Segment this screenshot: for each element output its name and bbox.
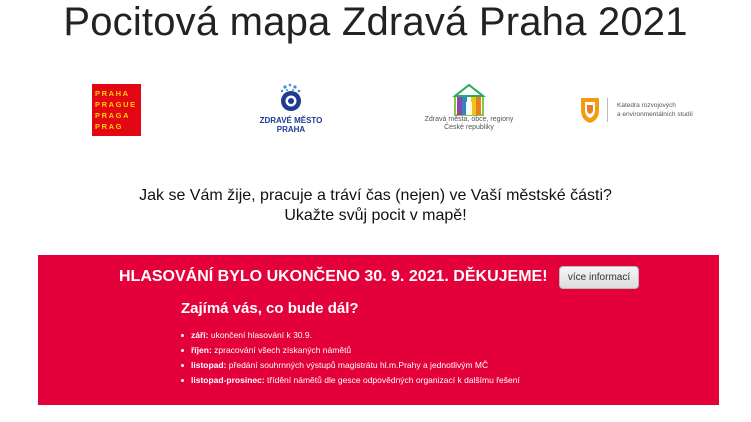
zdrave-mesto-emblem-icon [280, 83, 301, 111]
list-item: září: ukončení hlasování k 30.9. [181, 328, 520, 343]
praha-logo-line: PRAHA [95, 89, 130, 98]
zdrava-mesta-text: České republiky [444, 124, 494, 131]
timeline-text: předání souhrnných výstupů magistrátu hl… [226, 360, 489, 370]
timeline-text: třídění námětů dle gesce odpovědných org… [264, 375, 520, 385]
banner-subtitle: Zajímá vás, co bude dál? [181, 300, 359, 317]
house-rainbow-icon [452, 83, 486, 116]
praha-logo-line: PRAG [95, 122, 124, 131]
praha-logo-line: PRAGUE [95, 100, 137, 109]
zdrava-mesta-text: Zdravá města, obce, regiony [424, 116, 514, 123]
logo-divider [607, 98, 608, 122]
katedra-text-line: a environmentálních studií [617, 111, 693, 118]
university-seal-icon [581, 98, 599, 123]
timeline-text: zpracování všech získaných námětů [211, 345, 352, 355]
list-item: listopad: předání souhrnných výstupů mag… [181, 358, 520, 373]
katedra-text: Katedra rozvojových a environmentálních … [617, 101, 693, 119]
partner-logos: PRAHA PRAGUE PRAGA PRAG ZDRAVÉ MĚSTO PRA… [0, 82, 751, 138]
voting-closed-banner: HLASOVÁNÍ BYLO UKONČENO 30. 9. 2021. DĚK… [38, 255, 719, 405]
timeline-label: listopad-prosinec: [191, 375, 265, 385]
intro-text: Jak se Vám žije, pracuje a tráví čas (ne… [0, 186, 751, 226]
zdrave-mesto-text: ZDRAVÉ MĚSTO [259, 116, 323, 125]
timeline-label: říjen: [191, 345, 212, 355]
timeline-label: listopad: [191, 360, 227, 370]
intro-call-to-action: Ukažte svůj pocit v mapě! [284, 207, 467, 224]
page-title: Pocitová mapa Zdravá Praha 2021 [63, 0, 688, 44]
praha-logo-line: PRAGA [95, 111, 131, 120]
banner-headline: HLASOVÁNÍ BYLO UKONČENO 30. 9. 2021. DĚK… [119, 268, 548, 285]
zdrava-mesta-logo[interactable]: Zdravá města, obce, regiony České republ… [424, 82, 514, 138]
list-item: listopad-prosinec: třídění námětů dle ge… [181, 373, 520, 388]
katedra-logo[interactable]: Katedra rozvojových a environmentálních … [577, 96, 717, 126]
intro-question: Jak se Vám žije, pracuje a tráví čas (ne… [139, 187, 612, 204]
timeline-list: září: ukončení hlasování k 30.9. říjen: … [181, 328, 520, 388]
zdrave-mesto-praha-logo[interactable]: ZDRAVÉ MĚSTO PRAHA [254, 82, 328, 138]
timeline-label: září: [191, 330, 209, 340]
list-item: říjen: zpracování všech získaných námětů [181, 343, 520, 358]
praha-logo[interactable]: PRAHA PRAGUE PRAGA PRAG [92, 84, 141, 136]
timeline-text: ukončení hlasování k 30.9. [208, 330, 312, 340]
more-info-button[interactable]: více informací [559, 266, 639, 289]
katedra-text-line: Katedra rozvojových [617, 102, 676, 109]
zdrave-mesto-text: PRAHA [276, 125, 306, 134]
